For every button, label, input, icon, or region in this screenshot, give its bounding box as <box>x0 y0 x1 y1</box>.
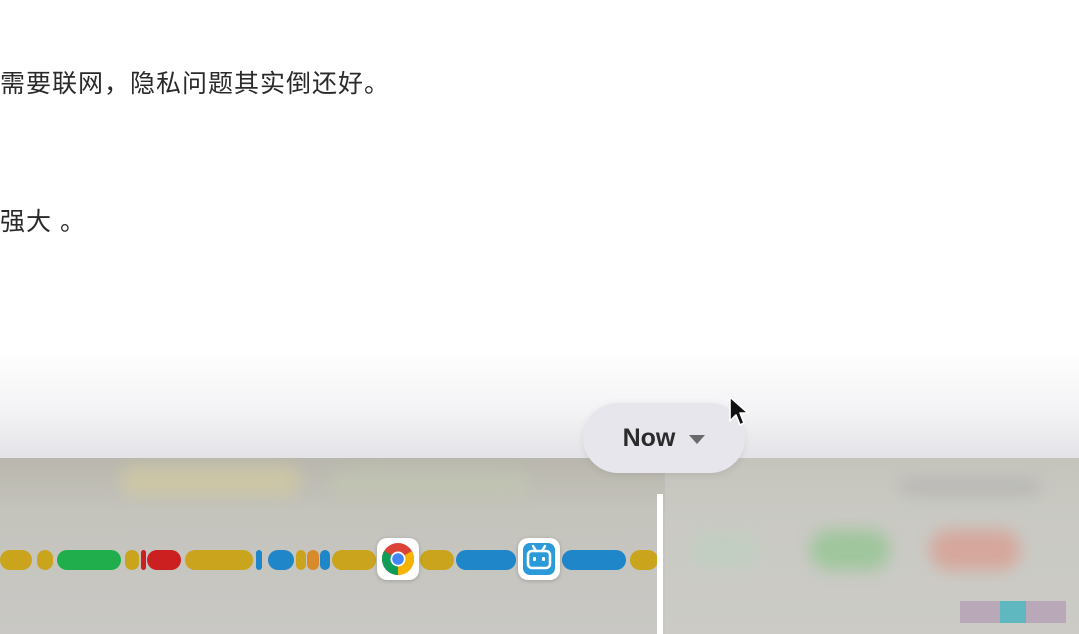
timeline-thumbnail-blur <box>690 530 760 570</box>
activity-segment[interactable] <box>141 550 146 570</box>
activity-segment[interactable] <box>268 550 294 570</box>
document-text-line: 需要联网，隐私问题其实倒还好。 <box>0 70 391 98</box>
activity-segment[interactable] <box>147 550 181 570</box>
mini-activity-bar <box>1000 601 1026 623</box>
activity-segment[interactable] <box>296 550 306 570</box>
chrome-app-icon[interactable] <box>377 538 419 580</box>
chevron-down-icon <box>689 435 706 444</box>
bilibili-app-icon[interactable] <box>518 538 560 580</box>
activity-segment[interactable] <box>256 550 262 570</box>
activity-segment[interactable] <box>57 550 121 570</box>
app-activity-track[interactable] <box>0 548 660 572</box>
activity-segment[interactable] <box>320 550 330 570</box>
activity-segment[interactable] <box>420 550 454 570</box>
now-label: Now <box>622 423 676 452</box>
timeline-thumbnail-blur <box>810 530 890 570</box>
mouse-cursor-icon <box>729 396 749 426</box>
timeline-thumbnail-blur <box>900 480 1040 494</box>
activity-segment[interactable] <box>0 550 32 570</box>
mini-activity-bar <box>1026 601 1066 623</box>
timeline-thumbnail-blur <box>330 470 530 498</box>
chrome-icon <box>381 543 415 576</box>
bilibili-icon <box>523 543 555 575</box>
activity-segment[interactable] <box>562 550 626 570</box>
document-text-line: 强大 。 <box>0 208 86 236</box>
activity-segment[interactable] <box>307 550 319 570</box>
activity-segment[interactable] <box>37 550 53 570</box>
now-button[interactable]: Now <box>583 403 745 473</box>
activity-segment[interactable] <box>185 550 253 570</box>
now-marker-line <box>657 494 663 634</box>
activity-segment[interactable] <box>332 550 376 570</box>
document-area: 需要联网，隐私问题其实倒还好。 强大 。 <box>0 0 1079 460</box>
timeline-thumbnail-blur <box>120 466 300 496</box>
mini-activity-bar <box>960 601 1000 623</box>
activity-segment[interactable] <box>630 550 658 570</box>
timeline-thumbnail-blur <box>930 530 1020 570</box>
activity-segment[interactable] <box>125 550 139 570</box>
activity-segment[interactable] <box>456 550 516 570</box>
